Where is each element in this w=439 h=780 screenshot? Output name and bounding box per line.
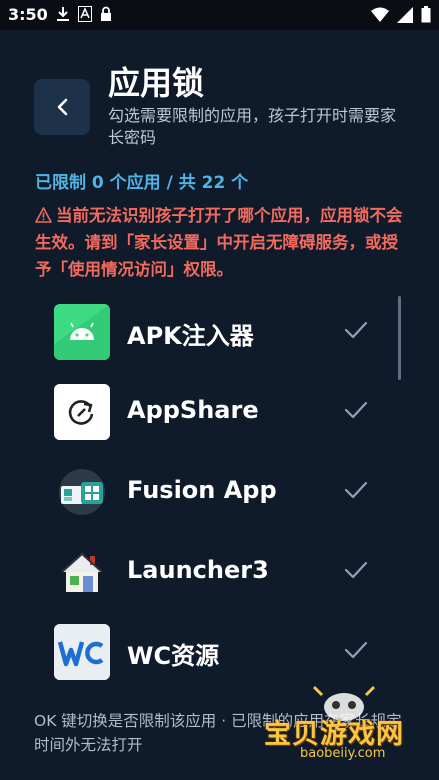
- app-name: Fusion App: [127, 476, 277, 504]
- share-refresh-icon: [54, 384, 110, 440]
- warning-text: 当前无法识别孩子打开了哪个应用，应用锁不会生效。请到「家长设置」中开启无障碍服务…: [35, 206, 403, 279]
- back-button[interactable]: [34, 79, 90, 135]
- download-icon: [57, 7, 69, 21]
- app-name: APK注入器: [127, 322, 254, 350]
- check-icon[interactable]: [344, 320, 368, 340]
- page-subtitle: 勾选需要限制的应用，孩子打开时需要家长密码: [108, 106, 397, 147]
- check-icon[interactable]: [344, 640, 368, 660]
- wc-logo-icon: [54, 624, 110, 680]
- check-icon[interactable]: [344, 560, 368, 580]
- lock-icon: [101, 6, 111, 21]
- list-item[interactable]: APK注入器: [0, 292, 439, 372]
- page-title: 应用锁: [108, 64, 205, 102]
- fusion-app-icon: [54, 464, 110, 520]
- restricted-count: 已限制 0 个应用 / 共 22 个: [35, 173, 249, 193]
- status-left-icons: [56, 6, 112, 22]
- battery-icon: [421, 6, 431, 23]
- app-name: WC资源: [127, 642, 220, 670]
- list-item[interactable]: AppShare: [0, 372, 439, 452]
- status-bar: 3:50: [0, 0, 439, 30]
- status-right-icons: [371, 6, 431, 23]
- list-item[interactable]: Launcher3: [0, 532, 439, 612]
- list-item[interactable]: Fusion App: [0, 452, 439, 532]
- watermark-url: baobeiiy.com: [300, 746, 386, 761]
- status-time: 3:50: [8, 5, 48, 24]
- check-icon[interactable]: [344, 480, 368, 500]
- wifi-icon: [371, 7, 389, 22]
- house-icon: [54, 544, 110, 600]
- list-item[interactable]: WC资源: [0, 612, 439, 692]
- app-name: Launcher3: [127, 556, 269, 584]
- check-icon[interactable]: [344, 400, 368, 420]
- signal-icon: [397, 6, 413, 23]
- app-name: AppShare: [127, 396, 259, 424]
- font-icon: [78, 6, 92, 22]
- warning-message: 当前无法识别孩子打开了哪个应用，应用锁不会生效。请到「家长设置」中开启无障碍服务…: [35, 202, 407, 283]
- warning-icon: [35, 207, 52, 223]
- chevron-left-icon: [57, 98, 68, 116]
- android-icon: [54, 304, 110, 360]
